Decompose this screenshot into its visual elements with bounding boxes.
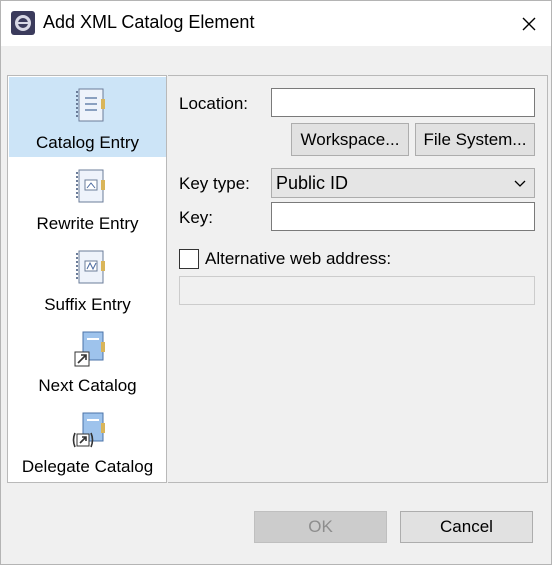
sidebar-item-label: Next Catalog xyxy=(38,376,137,395)
delegate-catalog-icon xyxy=(72,412,105,448)
sidebar-item-suffix-entry[interactable]: Suffix Entry xyxy=(9,239,166,319)
key-type-value: Public ID xyxy=(276,173,349,193)
sidebar-item-rewrite-entry[interactable]: Rewrite Entry xyxy=(9,158,166,238)
sidebar-item-label: Catalog Entry xyxy=(36,133,139,152)
sidebar-item-label: Rewrite Entry xyxy=(36,214,139,233)
cancel-button[interactable]: Cancel xyxy=(400,511,533,543)
dialog-window: Add XML Catalog Element Catalog Entry Re… xyxy=(0,0,552,565)
alternative-web-address-checkbox[interactable] xyxy=(179,249,199,269)
alternative-web-address-input xyxy=(179,276,535,305)
close-icon xyxy=(522,17,535,30)
sidebar-item-delegate-catalog[interactable]: Delegate Catalog xyxy=(9,401,166,481)
location-label: Location: xyxy=(179,94,248,113)
rewrite-entry-icon xyxy=(76,169,105,203)
key-label: Key: xyxy=(179,208,214,227)
catalog-entry-icon xyxy=(76,88,105,122)
next-catalog-icon xyxy=(74,331,105,367)
file-system-button[interactable]: File System... xyxy=(415,123,535,156)
sidebar-item-label: Delegate Catalog xyxy=(21,457,154,476)
sidebar-item-next-catalog[interactable]: Next Catalog xyxy=(9,320,166,400)
chevron-down-icon xyxy=(514,180,526,187)
key-type-label: Key type: xyxy=(179,174,250,193)
title-bar: Add XML Catalog Element xyxy=(1,1,551,46)
sidebar-item-catalog-entry[interactable]: Catalog Entry xyxy=(9,77,166,157)
close-button[interactable] xyxy=(506,1,551,46)
key-type-select[interactable]: Public ID xyxy=(271,168,535,198)
element-type-list: Catalog Entry Rewrite Entry Suffix Entry xyxy=(7,75,167,483)
workspace-button[interactable]: Workspace... xyxy=(291,123,409,156)
eclipse-gear-icon xyxy=(11,11,35,35)
key-input[interactable] xyxy=(271,202,535,231)
entry-form-panel: Location: Workspace... File System... Ke… xyxy=(168,75,548,483)
ok-button[interactable]: OK xyxy=(254,511,387,543)
suffix-entry-icon xyxy=(76,250,105,284)
location-input[interactable] xyxy=(271,88,535,117)
alternative-web-address-label: Alternative web address: xyxy=(205,249,392,268)
window-title: Add XML Catalog Element xyxy=(43,12,255,32)
sidebar-item-label: Suffix Entry xyxy=(44,295,131,314)
